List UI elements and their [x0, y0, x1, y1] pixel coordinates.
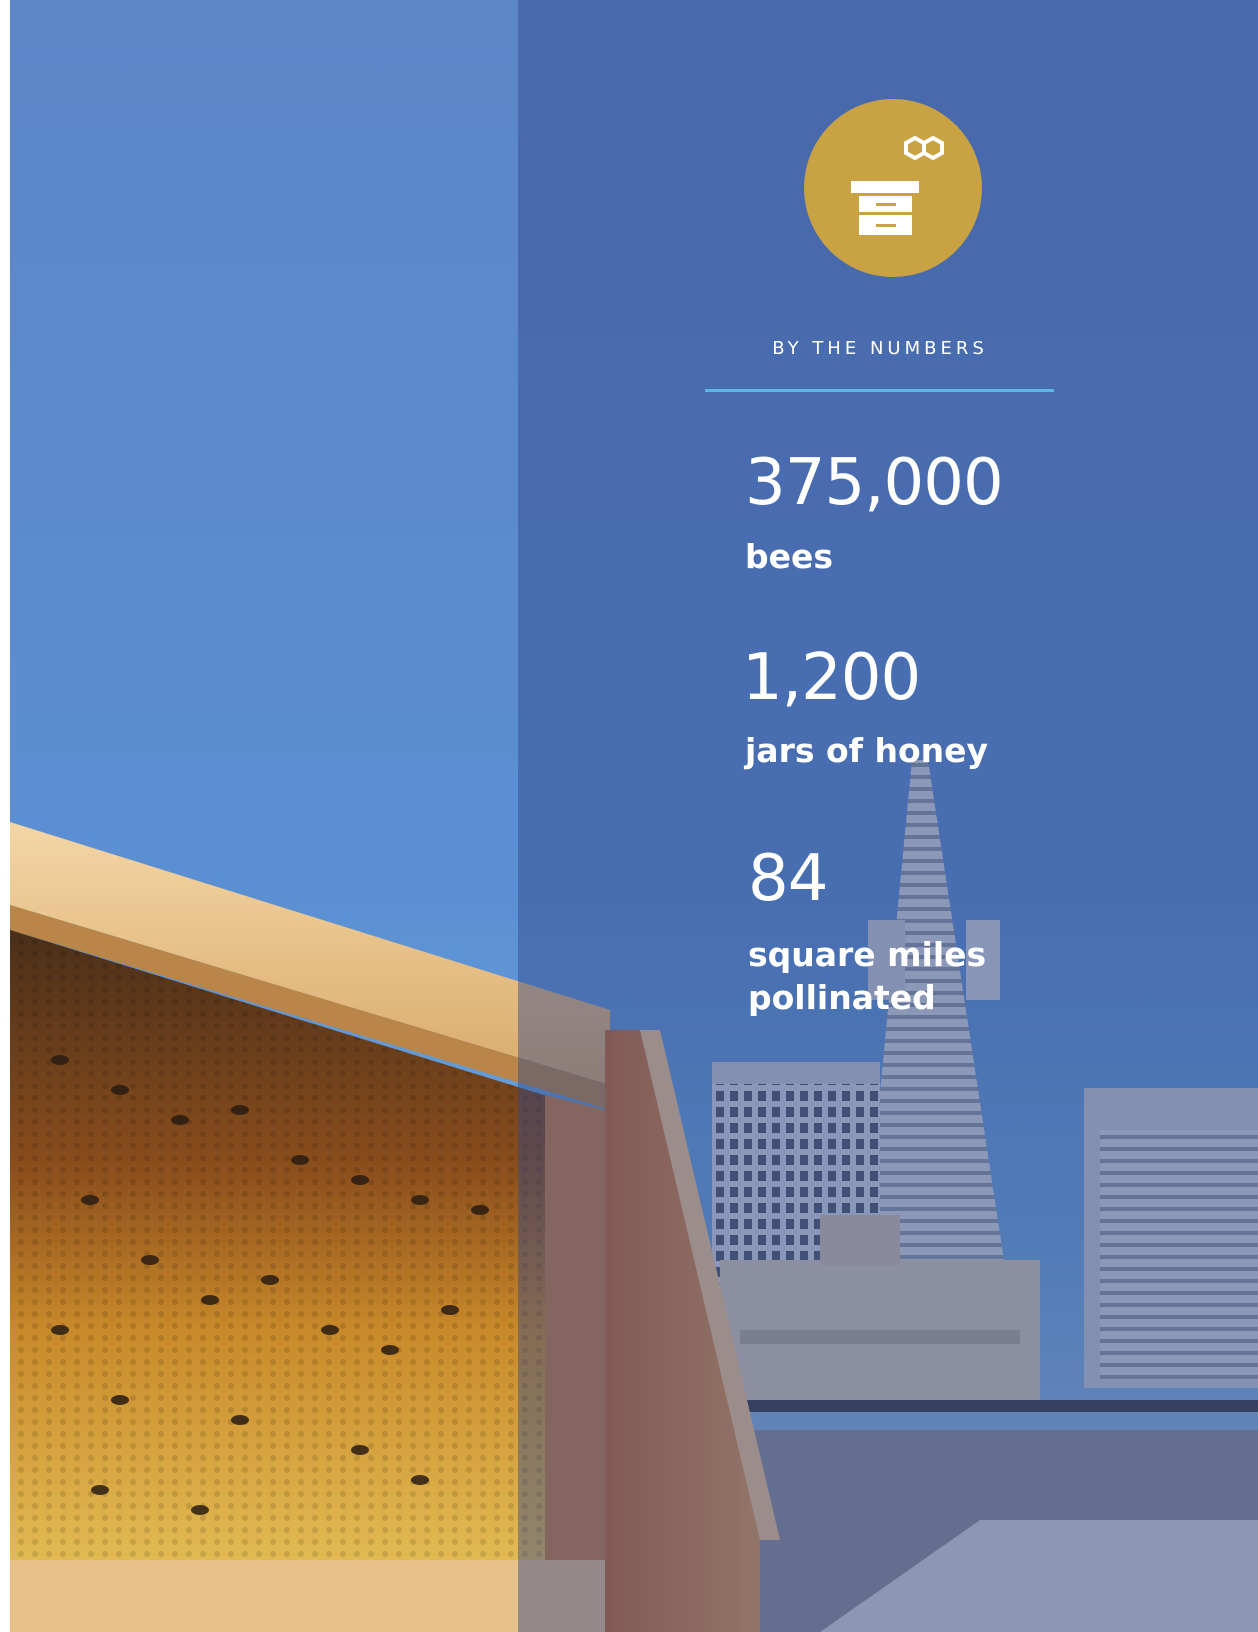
divider-line — [705, 389, 1054, 392]
background-photo — [0, 0, 1258, 1632]
stat-label-area: square miles pollinated — [748, 935, 987, 1017]
stat-value-honey: 1,200 — [742, 641, 921, 715]
stat-value-bees: 375,000 — [745, 446, 1004, 520]
hive-badge — [804, 99, 982, 277]
section-label: BY THE NUMBERS — [772, 338, 988, 359]
stat-label-honey: jars of honey — [745, 731, 989, 770]
stat-label-bees: bees — [745, 537, 834, 576]
stat-value-area: 84 — [748, 842, 828, 916]
beehive-honeycomb-icon — [851, 135, 944, 235]
